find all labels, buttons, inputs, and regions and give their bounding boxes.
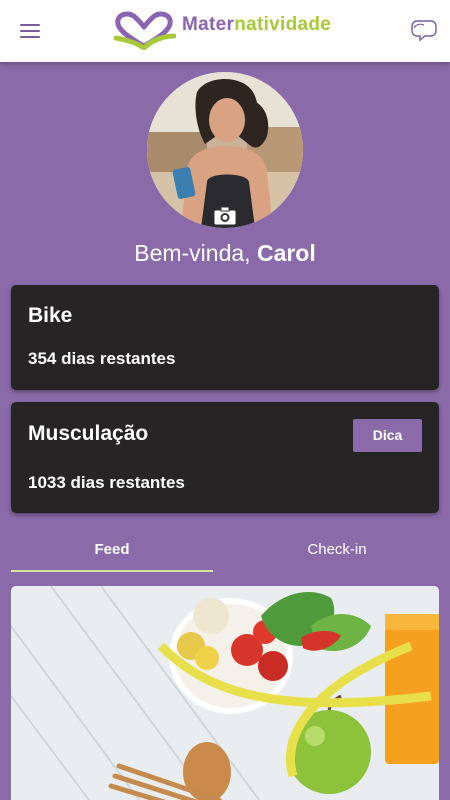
logo-wordmark: Maternatividade bbox=[182, 14, 332, 35]
feed-post-image bbox=[11, 586, 439, 800]
activity-remaining-days: 1033 dias restantes bbox=[28, 473, 185, 492]
top-app-bar: Maternatividade bbox=[0, 0, 450, 62]
chat-bubbles-icon[interactable] bbox=[410, 16, 438, 44]
tab-check-in[interactable]: Check-in bbox=[235, 530, 439, 572]
camera-icon[interactable] bbox=[212, 205, 238, 227]
activity-title: Bike bbox=[28, 304, 73, 327]
activity-card-bike[interactable]: Bike 354 dias restantes bbox=[11, 285, 439, 390]
menu-button[interactable] bbox=[14, 18, 46, 44]
activity-card-musculacao[interactable]: Musculação Dica 1033 dias restantes bbox=[11, 402, 439, 513]
app-logo: Maternatividade bbox=[112, 8, 344, 52]
tip-button[interactable]: Dica bbox=[353, 419, 422, 452]
heart-logo-icon bbox=[113, 11, 176, 50]
feed-post-card[interactable] bbox=[11, 586, 439, 800]
menu-icon bbox=[20, 24, 40, 26]
tab-feed[interactable]: Feed bbox=[11, 530, 213, 572]
welcome-text: Bem-vinda, Carol bbox=[134, 240, 316, 266]
activity-remaining-days: 354 dias restantes bbox=[28, 349, 176, 368]
activity-title: Musculação bbox=[28, 422, 149, 445]
tab-bar: Feed Check-in bbox=[11, 530, 439, 572]
